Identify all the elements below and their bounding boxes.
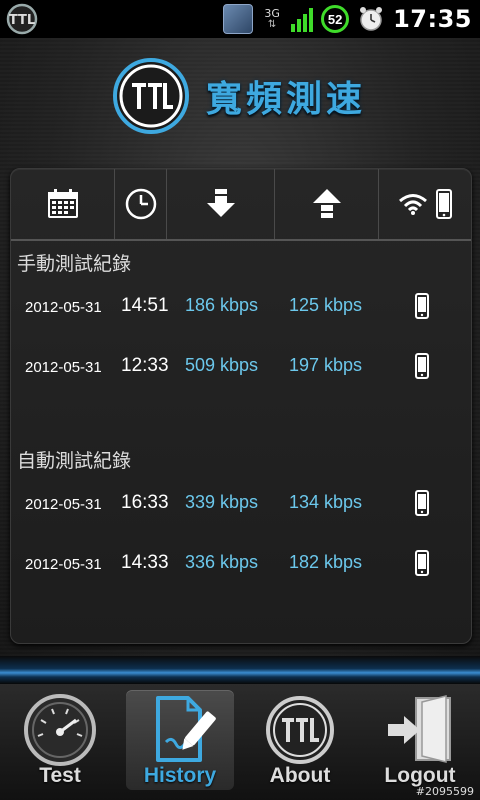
table-row[interactable]: 2012-05-31 12:33 509 kbps 197 kbps (11, 351, 471, 391)
network-type-indicator: 3G ⇅ (261, 8, 283, 30)
ttl-app-logo-icon: TTL (6, 3, 38, 35)
record-date: 2012-05-31 (25, 359, 102, 376)
alarm-clock-icon (360, 7, 383, 31)
battery-icon: 52 (321, 5, 350, 33)
record-date: 2012-05-31 (25, 299, 102, 316)
record-time: 16:33 (121, 492, 169, 513)
exit-door-icon (388, 695, 451, 763)
watermark: #2095599 (415, 785, 474, 798)
svg-text:TTL: TTL (9, 13, 35, 28)
download-speed: 339 kbps (185, 492, 259, 512)
download-arrow-icon (206, 189, 235, 217)
notification-app-icon (223, 4, 254, 34)
tab-about[interactable]: About (240, 684, 360, 800)
ttl-logo-icon (113, 58, 189, 134)
ttl-logo-icon (266, 696, 334, 764)
app-header: 寬頻測速 (110, 56, 366, 136)
tab-logout[interactable]: Logout (360, 684, 480, 800)
phone-icon (415, 490, 429, 516)
phone-icon (415, 293, 429, 319)
tab-about-label: About (269, 764, 331, 787)
app-title: 寬頻測速 (206, 79, 367, 120)
upload-arrow-icon (312, 189, 341, 218)
signal-strength-icon (291, 6, 314, 32)
clock-time: 17:35 (393, 5, 472, 33)
bottom-tab-bar: Test History About Logout (0, 684, 480, 800)
download-speed: 509 kbps (185, 355, 259, 375)
history-panel: 手動測試紀錄 2012-05-31 14:51 186 kbps 125 kbp… (10, 168, 472, 644)
upload-column-header[interactable] (275, 169, 379, 239)
battery-level: 52 (327, 11, 343, 27)
tab-test-label: Test (39, 764, 81, 787)
tab-history[interactable]: History (120, 684, 240, 800)
table-row[interactable]: 2012-05-31 14:33 336 kbps 182 kbps (11, 548, 471, 588)
tab-test[interactable]: Test (0, 684, 120, 800)
date-column-header[interactable] (11, 169, 115, 239)
table-row[interactable]: 2012-05-31 16:33 339 kbps 134 kbps (11, 488, 471, 528)
record-time: 14:33 (121, 552, 169, 573)
clock-icon (125, 188, 156, 220)
status-bar: TTL 3G ⇅ 52 17:35 (0, 0, 480, 38)
record-time: 14:51 (121, 295, 169, 316)
network-type-label: 3G (264, 7, 280, 20)
upload-speed: 197 kbps (289, 355, 363, 375)
download-speed: 186 kbps (185, 295, 259, 315)
table-row[interactable]: 2012-05-31 14:51 186 kbps 125 kbps (11, 291, 471, 331)
device-column-header[interactable] (379, 169, 471, 239)
tab-bar-divider (0, 656, 480, 684)
tab-history-label: History (143, 764, 217, 787)
manual-section-title: 手動測試紀錄 (17, 253, 132, 275)
document-pen-icon (156, 696, 216, 762)
auto-section-title: 自動測試紀錄 (17, 450, 132, 472)
speedometer-icon (24, 694, 96, 766)
table-header (11, 169, 471, 241)
time-column-header[interactable] (115, 169, 167, 239)
data-activity-icon: ⇅ (267, 19, 277, 30)
record-date: 2012-05-31 (25, 556, 102, 573)
upload-speed: 134 kbps (289, 492, 363, 512)
phone-icon (436, 189, 452, 219)
phone-icon (415, 550, 429, 576)
upload-speed: 182 kbps (289, 552, 363, 572)
upload-speed: 125 kbps (289, 295, 363, 315)
wifi-icon (399, 194, 427, 215)
download-column-header[interactable] (167, 169, 275, 239)
download-speed: 336 kbps (185, 552, 259, 572)
record-time: 12:33 (121, 355, 169, 376)
phone-icon (415, 353, 429, 379)
record-date: 2012-05-31 (25, 496, 102, 513)
calendar-icon (47, 189, 78, 218)
